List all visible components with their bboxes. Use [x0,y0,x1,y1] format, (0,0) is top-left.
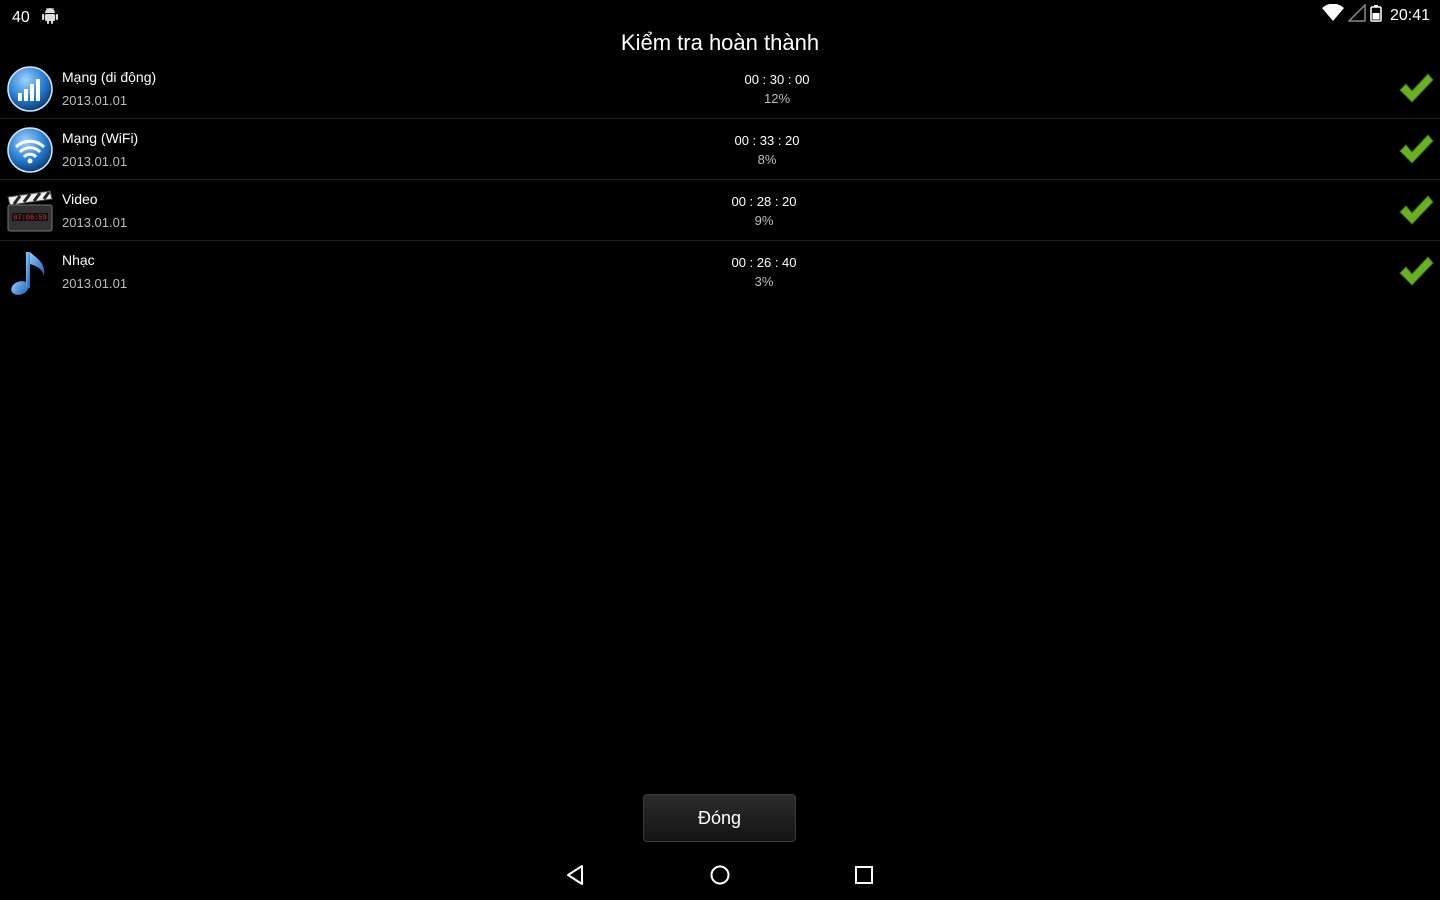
clock: 20:41 [1389,6,1430,24]
list-item[interactable]: Nhạc 2013.01.01 00 : 26 : 40 3% [0,241,1440,302]
item-percent: 3% [754,274,774,289]
close-button[interactable]: Đóng [643,794,796,842]
svg-text:07:06:59: 07:06:59 [13,215,47,223]
wifi-network-icon [6,126,54,174]
mobile-network-icon [6,65,54,113]
wifi-icon [1321,3,1344,27]
list-item[interactable]: Mạng (di động) 2013.01.01 00 : 30 : 00 1… [0,58,1440,119]
item-date: 2013.01.01 [62,154,128,169]
item-duration: 00 : 33 : 20 [734,133,800,148]
item-percent: 12% [763,91,791,106]
item-stats: 00 : 28 : 20 9% [704,193,824,231]
battery-icon [1370,4,1382,27]
signal-icon [1347,3,1366,27]
status-bar: 40 20:41 [0,0,1440,30]
item-percent: 9% [754,213,774,228]
results-list: Mạng (di động) 2013.01.01 00 : 30 : 00 1… [0,58,1440,302]
item-date: 2013.01.01 [62,276,128,291]
video-clapper-icon: 07:06:59 [6,187,54,235]
back-icon[interactable] [561,860,591,890]
android-icon [40,5,60,30]
item-name: Video [62,191,98,207]
item-duration: 00 : 28 : 20 [731,194,797,209]
check-icon [1398,133,1434,165]
item-percent: 8% [757,152,777,167]
check-icon [1398,255,1434,287]
notification-count: 40 [12,8,30,26]
item-name: Nhạc [62,252,95,268]
check-icon [1398,194,1434,226]
item-duration: 00 : 30 : 00 [744,72,810,87]
navigation-bar [0,850,1440,900]
status-bar-right: 20:41 [1321,3,1430,27]
list-item[interactable]: 07:06:59 Video 2013.01.01 00 : 28 : 20 9… [0,180,1440,241]
music-note-icon [6,248,54,296]
home-icon[interactable] [705,860,735,890]
item-stats: 00 : 26 : 40 3% [704,254,824,292]
item-duration: 00 : 26 : 40 [731,255,797,270]
item-date: 2013.01.01 [62,215,128,230]
item-name: Mạng (di động) [62,69,157,85]
item-stats: 00 : 30 : 00 12% [717,71,837,109]
item-date: 2013.01.01 [62,93,128,108]
item-stats: 00 : 33 : 20 8% [707,132,827,170]
check-icon [1398,72,1434,104]
list-item[interactable]: Mạng (WiFi) 2013.01.01 00 : 33 : 20 8% [0,119,1440,180]
status-bar-left: 40 [12,5,60,30]
recents-icon[interactable] [849,860,879,890]
item-name: Mạng (WiFi) [62,130,139,146]
dialog-title: Kiểm tra hoàn thành [620,30,820,55]
